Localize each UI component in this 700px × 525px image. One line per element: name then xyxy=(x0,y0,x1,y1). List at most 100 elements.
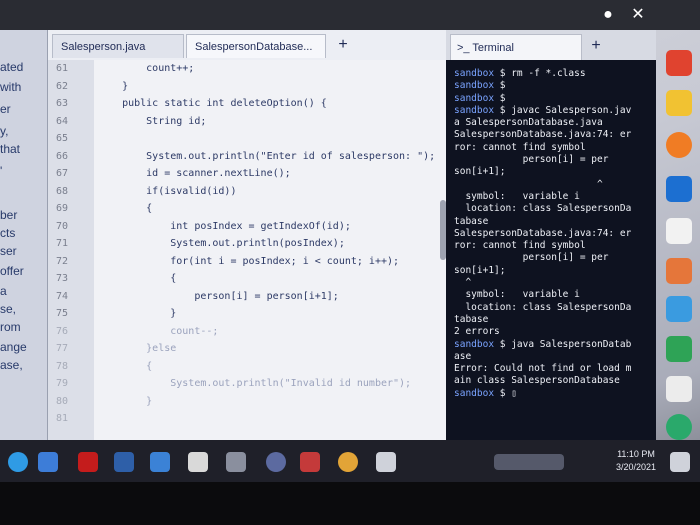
terminal-line: son[i+1]; xyxy=(454,265,652,277)
new-terminal-button[interactable]: + xyxy=(586,36,606,58)
terminal-output[interactable]: sandbox $ rm -f *.class sandbox $ sandbox … xyxy=(446,60,656,440)
settings-icon[interactable] xyxy=(188,452,208,472)
code-line[interactable]: 71 System.out.println(posIndex); xyxy=(48,236,446,252)
line-number: 77 xyxy=(56,343,69,354)
code-line[interactable]: 69 { xyxy=(48,201,446,217)
rss-icon[interactable] xyxy=(666,50,692,76)
terminal-text: tabase xyxy=(454,313,489,325)
terminal-text: ^ xyxy=(454,178,603,190)
terminal-line: ^ xyxy=(454,179,652,191)
dictionary-icon[interactable] xyxy=(666,90,692,116)
line-number: 71 xyxy=(56,238,69,249)
minimize-icon[interactable]: ● xyxy=(598,5,618,25)
clock[interactable]: 11:10 PM 3/20/2021 xyxy=(608,448,664,474)
code-line[interactable]: 75 } xyxy=(48,306,446,322)
photo-icon[interactable] xyxy=(226,452,246,472)
files-icon[interactable] xyxy=(38,452,58,472)
terminal-line: a SalespersonDatabase.java xyxy=(454,117,652,129)
terminal-text: ase xyxy=(454,350,472,362)
notes-icon[interactable] xyxy=(666,218,692,244)
terminal-line: sandbox $ rm -f *.class xyxy=(454,68,652,80)
chrome-icon[interactable] xyxy=(338,452,358,472)
tab-salesperson-java[interactable]: Salesperson.java xyxy=(52,34,184,58)
line-number: 67 xyxy=(56,168,69,179)
firefox-icon[interactable] xyxy=(666,132,692,158)
line-number: 78 xyxy=(56,360,69,372)
terminal-line: person[i] = per xyxy=(454,252,652,264)
camera-icon[interactable] xyxy=(266,452,286,472)
code-line[interactable]: 80 } xyxy=(48,394,446,410)
line-number: 69 xyxy=(56,203,69,214)
terminal-text: location: class SalespersonDa xyxy=(454,301,632,313)
code-line[interactable]: 68 if(isvalid(id)) xyxy=(48,184,446,200)
code-line[interactable]: 74 person[i] = person[i+1]; xyxy=(48,289,446,305)
code-line[interactable]: 67 id = scanner.nextLine(); xyxy=(48,166,446,182)
terminal-text: tabase xyxy=(454,215,489,227)
code-line[interactable]: 79 System.out.println("Invalid id number… xyxy=(48,376,446,392)
code-line[interactable]: 81 xyxy=(48,411,446,427)
terminal-panel: >_ Terminal + sandbox $ rm -f *.class san… xyxy=(446,30,656,440)
code-text: String id; xyxy=(98,115,207,127)
terminal-line: ain class SalespersonDatabase xyxy=(454,375,652,387)
line-number: 74 xyxy=(56,290,69,302)
docs-icon[interactable] xyxy=(666,376,692,402)
terminal-text: SalespersonDatabase.java:74: er xyxy=(454,227,632,239)
terminal-line: Error: Could not find or load m xyxy=(454,363,652,375)
code-line[interactable]: 76 count--; xyxy=(48,324,446,340)
new-tab-button[interactable]: + xyxy=(333,34,353,58)
left-panel-text: ' xyxy=(0,164,3,178)
code-line[interactable]: 66 System.out.println("Enter id of sales… xyxy=(48,149,446,165)
weather-icon[interactable] xyxy=(666,258,692,284)
terminal-text: ror: cannot find symbol xyxy=(454,240,586,252)
terminal-prompt: sandbox xyxy=(454,338,495,350)
close-icon[interactable]: ✕ xyxy=(628,5,648,25)
status-tray[interactable] xyxy=(494,454,564,470)
code-line[interactable]: 63 public static int deleteOption() { xyxy=(48,96,446,112)
drive-icon[interactable] xyxy=(666,336,692,362)
terminal-line: sandbox $ java SalespersonDatab xyxy=(454,339,652,351)
terminal-line: person[i] = per xyxy=(454,154,652,166)
line-number: 63 xyxy=(56,98,69,109)
code-text: { xyxy=(98,203,153,214)
tab-terminal[interactable]: >_ Terminal xyxy=(450,34,582,60)
line-number: 68 xyxy=(56,185,69,197)
code-line[interactable]: 70 int posIndex = getIndexOf(id); xyxy=(48,219,446,235)
ticktick-icon[interactable] xyxy=(300,452,320,472)
left-panel-text: ser xyxy=(0,244,17,258)
code-line[interactable]: 73 { xyxy=(48,271,446,287)
code-line[interactable]: 77 }else xyxy=(48,341,446,357)
book-icon[interactable] xyxy=(666,176,692,202)
terminal-text: Error: Could not find or load m xyxy=(454,363,632,375)
line-number: 76 xyxy=(56,325,69,337)
notification-icon[interactable] xyxy=(670,452,690,472)
cloud-icon[interactable] xyxy=(666,296,692,322)
terminal-line: ror: cannot find symbol xyxy=(454,142,652,154)
tab-salesperson-database[interactable]: SalespersonDatabase... xyxy=(186,34,326,58)
terminal-text: location: class SalespersonDa xyxy=(454,203,632,215)
terminal-line: ^ xyxy=(454,277,652,289)
code-line[interactable]: 72 for(int i = posIndex; i < count; i++)… xyxy=(48,254,446,270)
code-line[interactable]: 61 count++; xyxy=(48,61,446,77)
code-line[interactable]: 64 String id; xyxy=(48,114,446,130)
terminal-line: 2 errors xyxy=(454,326,652,338)
code-line[interactable]: 65 xyxy=(48,131,446,147)
edge-icon[interactable] xyxy=(8,452,28,472)
code-line[interactable]: 78 { xyxy=(48,359,446,375)
code-text: { xyxy=(98,273,177,284)
left-panel-text: ange xyxy=(0,340,27,354)
code-text: } xyxy=(98,308,177,319)
terminal-line: sandbox $ xyxy=(454,80,652,92)
code-line[interactable]: 62 } xyxy=(48,79,446,95)
time: 11:10 PM xyxy=(617,449,655,459)
line-number: 80 xyxy=(56,395,69,407)
line-number: 81 xyxy=(56,413,69,424)
line-number: 75 xyxy=(56,308,69,319)
gear-icon[interactable] xyxy=(376,452,396,472)
terminal-text: son[i+1]; xyxy=(454,166,506,178)
dropbox-icon[interactable] xyxy=(150,452,170,472)
store-icon[interactable] xyxy=(114,452,134,472)
code-text: id = scanner.nextLine(); xyxy=(98,168,291,179)
check-icon[interactable] xyxy=(666,414,692,440)
left-panel-text: rom xyxy=(0,320,21,334)
netflix-icon[interactable] xyxy=(78,452,98,472)
